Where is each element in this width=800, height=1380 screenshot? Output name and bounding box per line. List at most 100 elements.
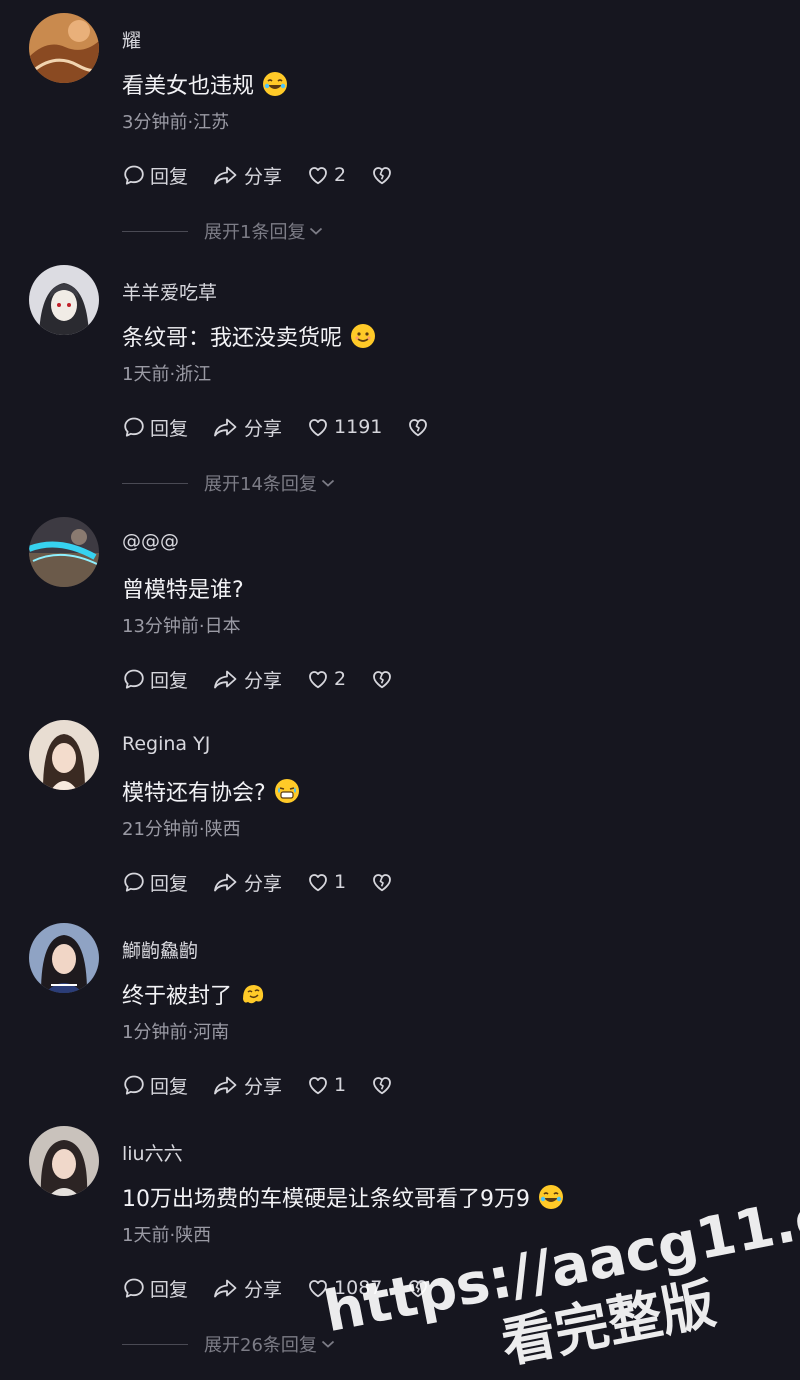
divider-line [122, 230, 188, 232]
comment-text-body: 终于被封了 [122, 984, 233, 1009]
broken-heart-icon [409, 419, 428, 437]
reply-label: 回复 [150, 1075, 189, 1098]
comment-text-body: 模特还有协会? [122, 781, 266, 806]
comment-time-location: 1天前·浙江 [122, 364, 212, 385]
like-button[interactable]: 1 [306, 1073, 346, 1097]
reply-icon [124, 669, 144, 689]
like-count: 1 [334, 871, 347, 893]
avatar[interactable] [29, 720, 99, 790]
comment-actions: 回复 分享 1 [122, 1070, 418, 1100]
comment-text[interactable]: 条纹哥：我还没卖货呢 [122, 320, 376, 352]
rofl-emoji [538, 1184, 564, 1210]
username[interactable]: 耀 [122, 26, 141, 53]
comment-actions: 回复 分享 1087 [122, 1273, 454, 1303]
share-button[interactable]: 分享 [212, 666, 282, 693]
username[interactable]: 羊羊爱吃草 [122, 278, 217, 305]
expand-replies-label: 展开1条回复 [204, 222, 306, 243]
expand-replies-label: 展开26条回复 [204, 1335, 317, 1356]
chevron-down-icon [310, 227, 323, 235]
comment-item: Regina YJ 模特还有协会? 21分钟前·陕西 回复 分享 1 [0, 707, 800, 910]
share-icon [214, 1076, 237, 1095]
comment-actions: 回复 分享 1191 [122, 412, 454, 442]
dislike-button[interactable] [370, 163, 394, 187]
share-button[interactable]: 分享 [212, 414, 282, 441]
reply-button[interactable]: 回复 [122, 666, 188, 693]
broken-heart-icon [409, 1280, 428, 1298]
dislike-button[interactable] [370, 870, 394, 894]
like-button[interactable]: 1191 [306, 415, 382, 439]
dislike-button[interactable] [370, 1073, 394, 1097]
share-button[interactable]: 分享 [212, 1072, 282, 1099]
like-button[interactable]: 2 [306, 163, 346, 187]
reply-icon [124, 165, 144, 185]
reply-button[interactable]: 回复 [122, 1275, 188, 1302]
comment-text[interactable]: 模特还有协会? [122, 775, 300, 807]
chevron-down-icon [321, 479, 335, 487]
reply-icon [124, 872, 144, 892]
like-button[interactable]: 1087 [306, 1276, 382, 1300]
comment-item: @@@ 曾模特是谁? 13分钟前·日本 回复 分享 2 [0, 504, 800, 707]
heart-icon [309, 1280, 327, 1298]
share-icon [214, 1279, 237, 1298]
avatar[interactable] [29, 13, 99, 83]
avatar[interactable] [29, 517, 99, 587]
like-count: 1087 [334, 1277, 383, 1299]
reply-icon [124, 1278, 144, 1298]
reply-label: 回复 [150, 669, 189, 692]
like-count: 1 [334, 1074, 347, 1096]
heart-icon [309, 167, 327, 185]
comment-text[interactable]: 曾模特是谁? [122, 572, 244, 604]
reply-button[interactable]: 回复 [122, 162, 188, 189]
share-button[interactable]: 分享 [212, 1275, 282, 1302]
share-label: 分享 [244, 1278, 283, 1301]
share-label: 分享 [244, 872, 283, 895]
dislike-button[interactable] [406, 1276, 430, 1300]
comment-text-body: 条纹哥：我还没卖货呢 [122, 326, 343, 351]
expand-replies-label: 展开14条回复 [204, 474, 317, 495]
comment-text-body: 看美女也违规 [122, 74, 255, 99]
heart-icon [309, 671, 327, 689]
comment-time-location: 1分钟前·河南 [122, 1022, 230, 1043]
avatar[interactable] [29, 265, 99, 335]
comment-text[interactable]: 看美女也违规 [122, 68, 288, 100]
reply-icon [124, 417, 144, 437]
heart-icon [309, 419, 327, 437]
share-button[interactable]: 分享 [212, 162, 282, 189]
avatar[interactable] [29, 923, 99, 993]
reply-button[interactable]: 回复 [122, 1072, 188, 1099]
expand-replies-button[interactable]: 展开26条回复 [122, 1331, 335, 1357]
reply-label: 回复 [150, 1278, 189, 1301]
dislike-button[interactable] [406, 415, 430, 439]
expand-replies-button[interactable]: 展开1条回复 [122, 218, 323, 244]
heart-icon [309, 1077, 327, 1095]
reply-button[interactable]: 回复 [122, 869, 188, 896]
rofl-emoji [262, 71, 288, 97]
username[interactable]: @@@ [122, 530, 179, 552]
comment-item: 羊羊爱吃草 条纹哥：我还没卖货呢 1天前·浙江 回复 分享 1191 展开14条… [0, 252, 800, 504]
username[interactable]: Regina YJ [122, 733, 210, 755]
comment-time-location: 13分钟前·日本 [122, 616, 241, 637]
share-icon [214, 873, 237, 892]
reply-label: 回复 [150, 417, 189, 440]
share-label: 分享 [244, 1075, 283, 1098]
comment-text-body: 10万出场费的车模硬是让条纹哥看了9万9 [122, 1187, 530, 1212]
comment-text[interactable]: 终于被封了 [122, 978, 266, 1010]
expand-replies-button[interactable]: 展开14条回复 [122, 470, 335, 496]
share-button[interactable]: 分享 [212, 869, 282, 896]
melting-emoji [240, 981, 266, 1007]
comment-text[interactable]: 10万出场费的车模硬是让条纹哥看了9万9 [122, 1181, 564, 1213]
heart-icon [309, 874, 327, 892]
reply-button[interactable]: 回复 [122, 414, 188, 441]
username[interactable]: 鰤齣鱻齣 [122, 936, 198, 963]
like-button[interactable]: 2 [306, 667, 346, 691]
avatar[interactable] [29, 1126, 99, 1196]
like-button[interactable]: 1 [306, 870, 346, 894]
share-icon [214, 670, 237, 689]
divider-line [122, 1343, 188, 1345]
reply-label: 回复 [150, 872, 189, 895]
comment-item: 鰤齣鱻齣 终于被封了 1分钟前·河南 回复 分享 1 [0, 910, 800, 1113]
comment-time-location: 3分钟前·江苏 [122, 112, 230, 133]
comment-time-location: 1天前·陕西 [122, 1225, 212, 1246]
username[interactable]: liu六六 [122, 1139, 183, 1166]
dislike-button[interactable] [370, 667, 394, 691]
